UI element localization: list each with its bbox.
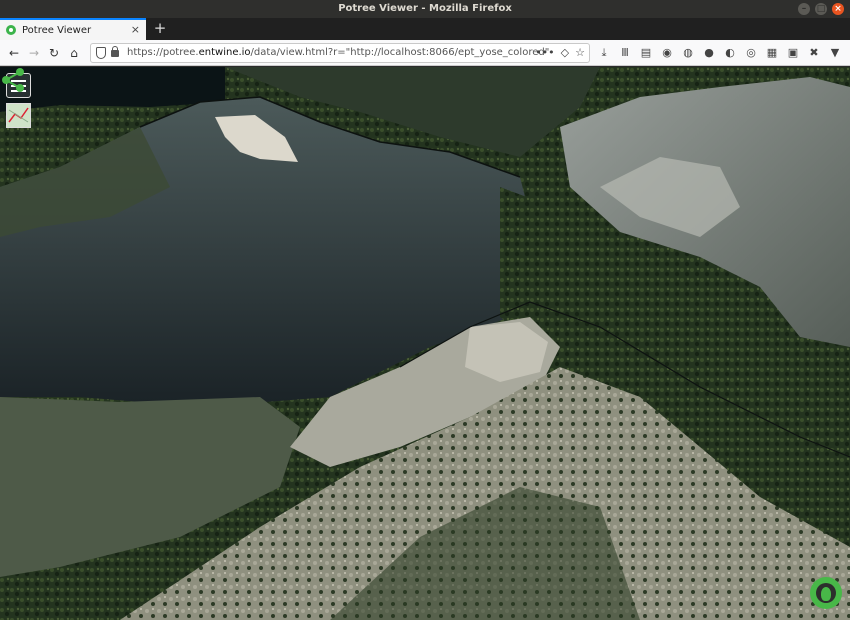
window-titlebar: Potree Viewer - Mozilla Firefox – □ × [0, 0, 850, 18]
library-icon[interactable]: Ⅲ [617, 45, 633, 61]
page-actions-icon[interactable]: ••• [535, 44, 554, 62]
extension-1-icon[interactable]: ◉ [659, 45, 675, 61]
extension-3-icon[interactable]: ● [701, 45, 717, 61]
extension-4-icon[interactable]: ◐ [722, 45, 738, 61]
tab-potree-viewer[interactable]: Potree Viewer × [0, 18, 146, 40]
extension-2-icon[interactable]: ◍ [680, 45, 696, 61]
downloads-icon[interactable]: ⤓ [596, 45, 612, 61]
window-title: Potree Viewer - Mozilla Firefox [338, 3, 512, 14]
maximize-button[interactable]: □ [815, 3, 827, 15]
map-icon[interactable] [6, 103, 31, 128]
terrain-rendering [0, 67, 850, 620]
sidebar-icon[interactable]: ▤ [638, 45, 654, 61]
navigation-bar: ← → ↻ ⌂ https://potree.entwine.io/data/v… [0, 40, 850, 66]
extension-9-icon[interactable]: ▼ [827, 45, 843, 61]
url-bar[interactable]: https://potree.entwine.io/data/view.html… [90, 43, 590, 63]
back-icon[interactable]: ← [5, 44, 23, 62]
url-prefix: https://potree. [127, 47, 199, 58]
url-host: entwine.io [198, 47, 251, 58]
share-icon[interactable] [0, 67, 26, 93]
home-icon[interactable]: ⌂ [65, 44, 83, 62]
tab-label: Potree Viewer [22, 24, 92, 36]
minimize-button[interactable]: – [798, 3, 810, 15]
tracking-shield-icon[interactable] [96, 47, 106, 59]
reload-icon[interactable]: ↻ [45, 44, 63, 62]
close-window-button[interactable]: × [832, 3, 844, 15]
extension-6-icon[interactable]: ▦ [764, 45, 780, 61]
extension-5-icon[interactable]: ◎ [743, 45, 759, 61]
point-cloud-viewer[interactable] [0, 67, 850, 620]
tab-close-icon[interactable]: × [131, 23, 140, 36]
potree-favicon-icon [6, 25, 16, 35]
tab-strip: Potree Viewer × + [0, 18, 850, 40]
lock-icon[interactable] [111, 46, 119, 57]
extension-7-icon[interactable]: ▣ [785, 45, 801, 61]
url-path: /data/view.html?r="http://localhost:8066… [250, 47, 550, 58]
forward-icon[interactable]: → [25, 44, 43, 62]
pocket-icon[interactable]: ◇ [561, 44, 569, 62]
new-tab-button[interactable]: + [150, 19, 170, 37]
potree-logo-icon[interactable] [810, 577, 842, 609]
extension-8-icon[interactable]: ✖ [806, 45, 822, 61]
bookmark-star-icon[interactable]: ☆ [575, 44, 585, 62]
